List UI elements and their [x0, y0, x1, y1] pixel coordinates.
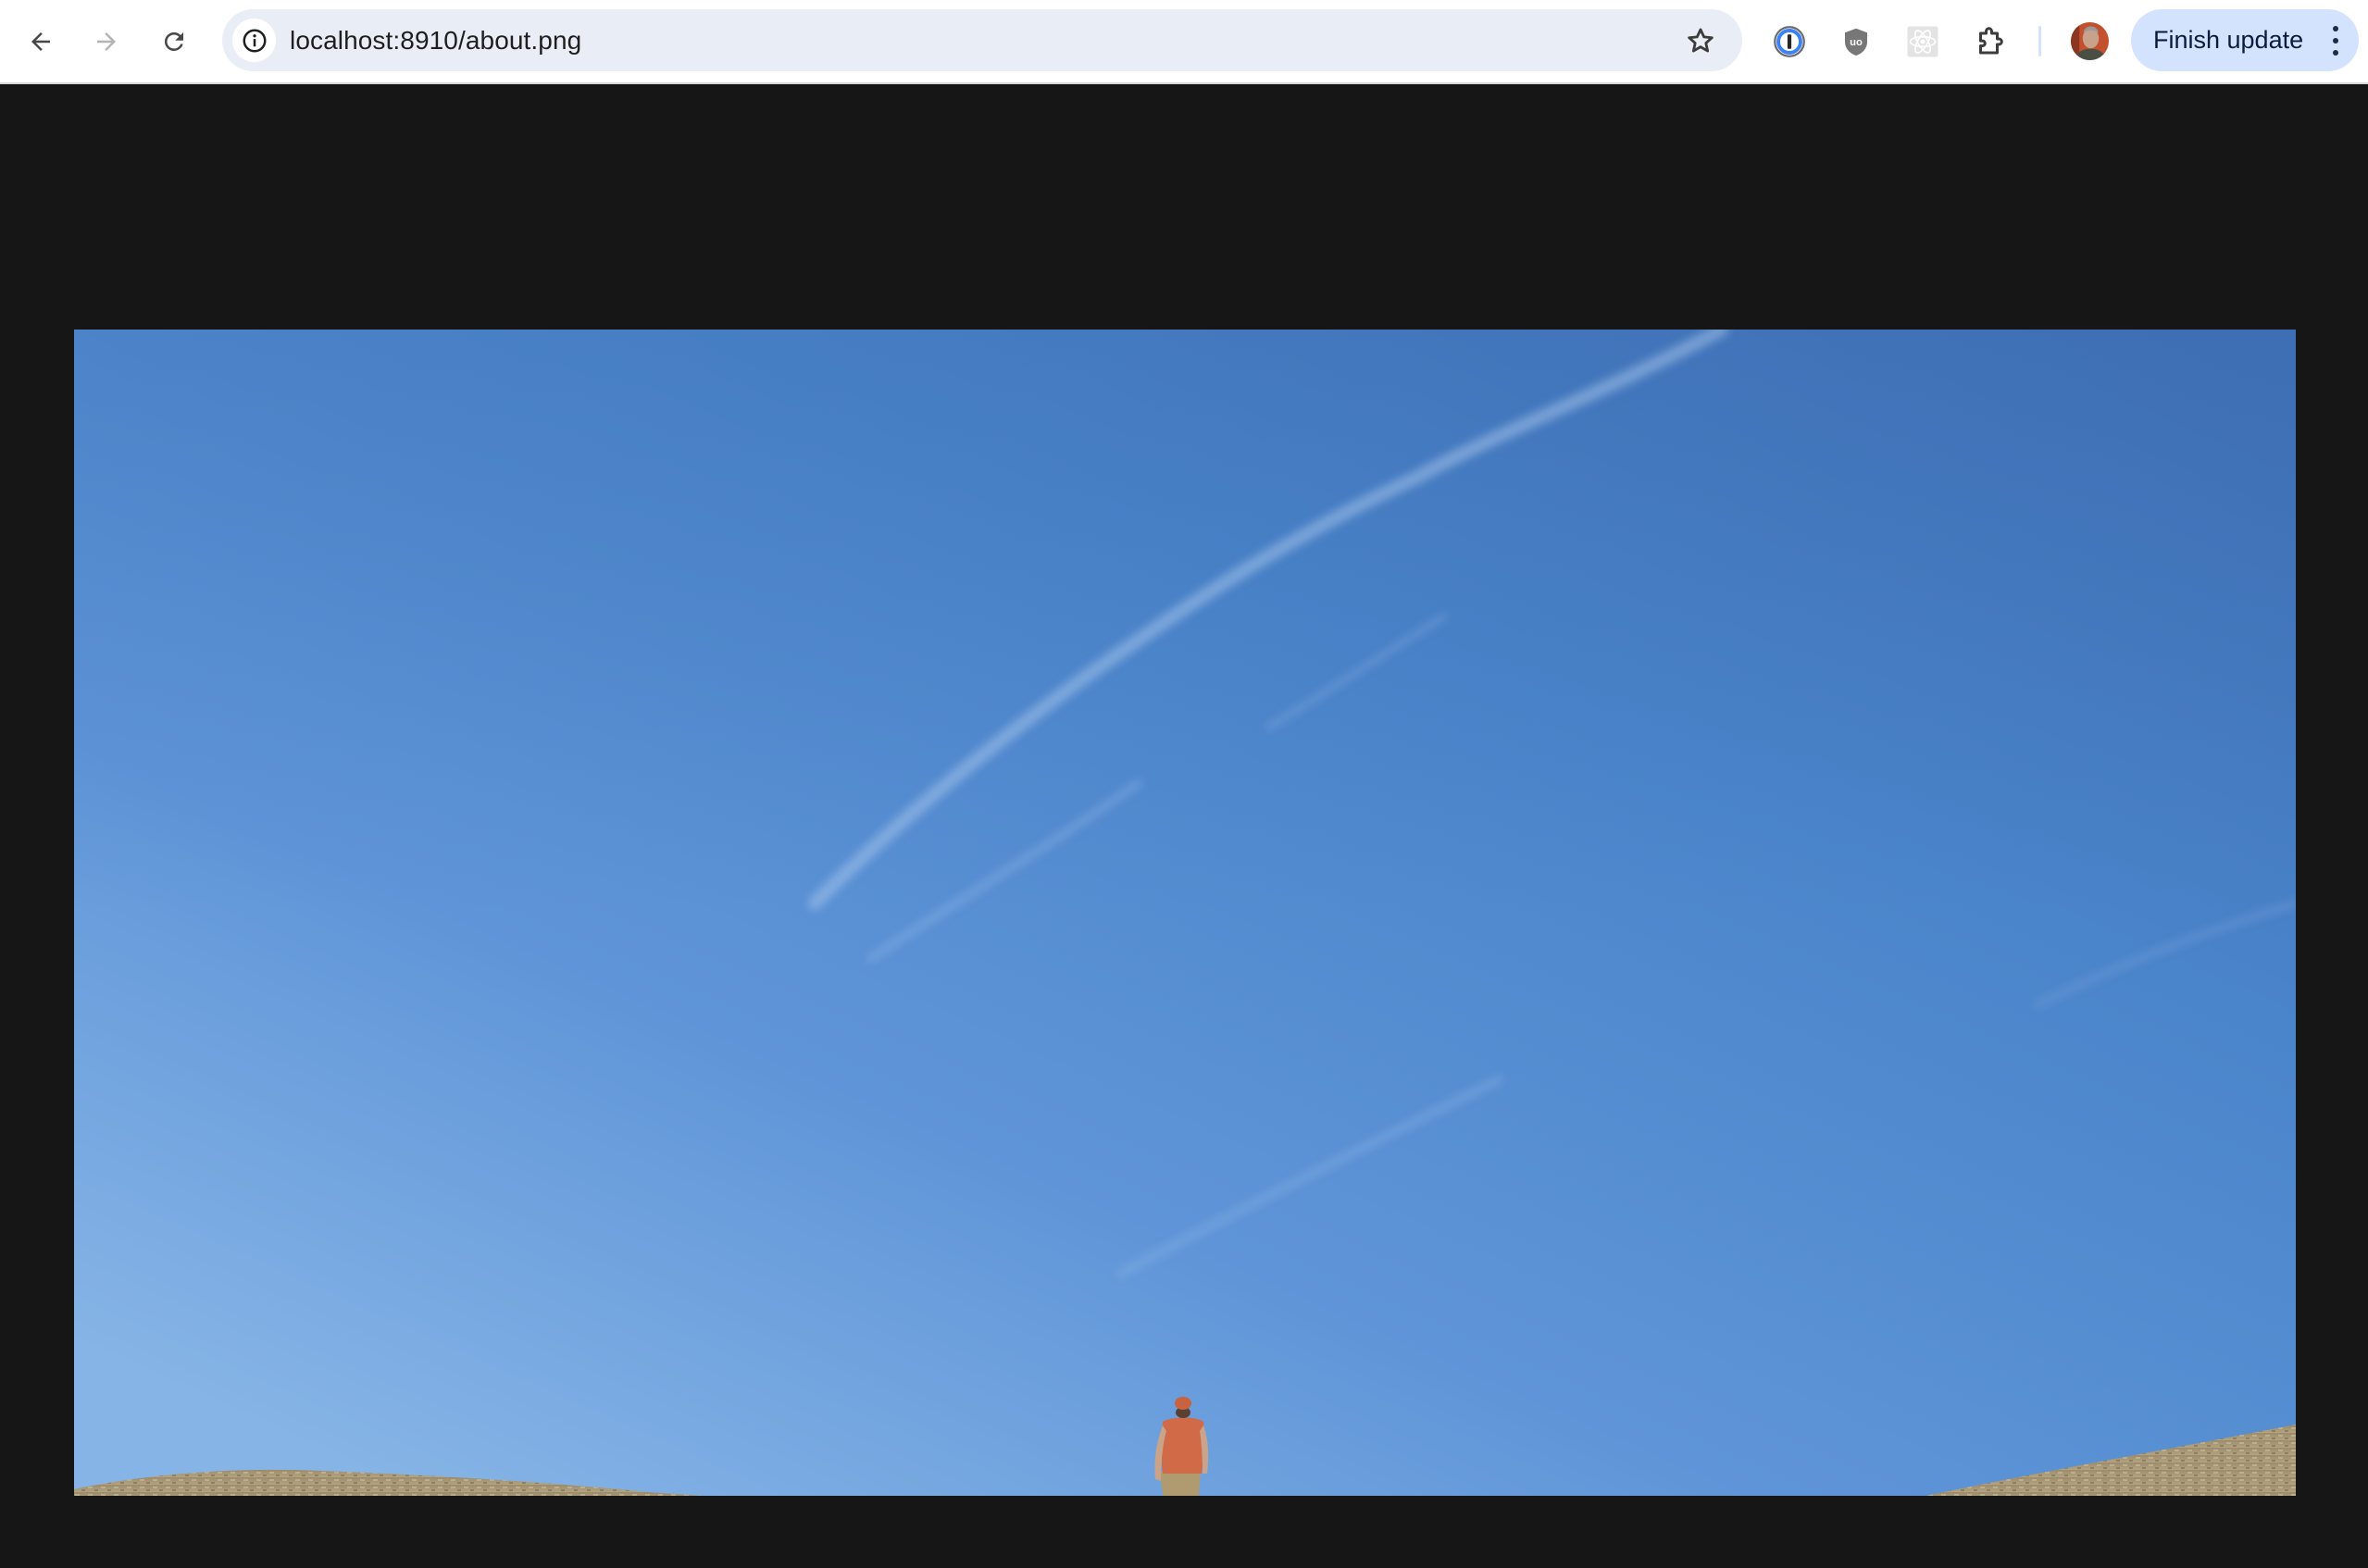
- profile-photo: [2071, 22, 2109, 60]
- address-bar[interactable]: localhost:8910/about.png: [222, 9, 1742, 71]
- back-button[interactable]: [19, 20, 62, 63]
- info-circle-icon: [243, 29, 266, 52]
- displayed-image: [74, 330, 2296, 1496]
- svg-text:uo: uo: [1850, 37, 1863, 48]
- sky-landscape-photo: [74, 330, 2296, 1496]
- finish-update-button[interactable]: Finish update: [2131, 9, 2359, 71]
- extension-1password[interactable]: [1768, 20, 1811, 63]
- url-text[interactable]: localhost:8910/about.png: [290, 9, 581, 71]
- kebab-menu-icon[interactable]: [2329, 26, 2342, 56]
- extensions-menu-button[interactable]: [1969, 20, 2012, 63]
- react-atom-icon: [1907, 26, 1938, 57]
- browser-toolbar: localhost:8910/about.png uo Finish updat…: [0, 0, 2368, 84]
- ublock-shield-icon: uo: [1845, 28, 1867, 56]
- arrow-right-icon: [97, 32, 116, 51]
- extension-ublock-origin[interactable]: uo: [1835, 20, 1877, 63]
- site-info-button[interactable]: [232, 19, 276, 62]
- finish-update-label: Finish update: [2153, 26, 2304, 54]
- onepassword-icon: [1774, 26, 1805, 57]
- extension-react-devtools[interactable]: [1901, 20, 1944, 63]
- reload-icon: [164, 31, 183, 51]
- forward-button[interactable]: [85, 20, 128, 63]
- puzzle-piece-icon: [1979, 27, 2003, 55]
- star-outline-icon[interactable]: [1685, 25, 1716, 56]
- toolbar-separator: [2038, 26, 2041, 56]
- arrow-left-icon: [31, 32, 50, 51]
- avatar[interactable]: [2071, 22, 2109, 60]
- reload-button[interactable]: [153, 20, 195, 63]
